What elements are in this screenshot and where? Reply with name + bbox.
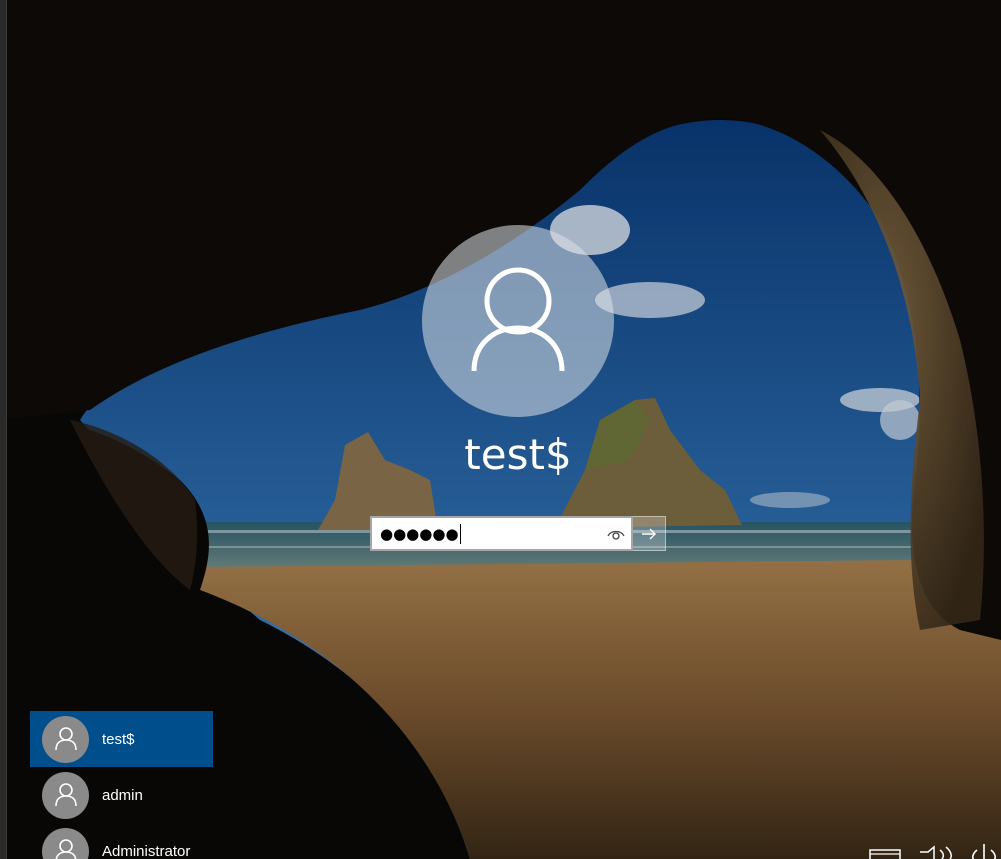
eye-icon[interactable] — [607, 526, 625, 542]
person-icon — [471, 267, 565, 372]
window-left-edge — [0, 0, 7, 859]
person-icon — [54, 727, 77, 751]
arrow-right-icon — [642, 528, 656, 539]
user-list-item[interactable]: admin — [30, 767, 213, 823]
username-label: test$ — [464, 430, 572, 479]
ease-of-access-icon[interactable] — [918, 844, 954, 859]
user-list-item[interactable]: test$ — [30, 711, 213, 767]
password-masked-value: ●●●●●● — [380, 524, 459, 543]
user-list-name: admin — [102, 786, 143, 804]
user-list-name: test$ — [102, 730, 135, 748]
person-icon — [54, 783, 77, 807]
submit-button[interactable] — [633, 516, 666, 551]
user-list-name: Administrator — [102, 842, 191, 859]
avatar — [42, 771, 89, 819]
network-icon[interactable] — [868, 844, 902, 859]
user-list: test$ admin Administrator — [30, 711, 213, 859]
password-input[interactable]: ●●●●●● — [370, 516, 633, 551]
user-list-item[interactable]: Administrator — [30, 823, 213, 859]
avatar — [42, 715, 89, 763]
avatar — [42, 827, 89, 859]
user-avatar-large — [422, 225, 614, 417]
text-caret — [459, 523, 461, 544]
power-icon[interactable] — [968, 844, 1001, 859]
person-icon — [55, 839, 76, 859]
password-row: ●●●●●● — [370, 516, 666, 551]
